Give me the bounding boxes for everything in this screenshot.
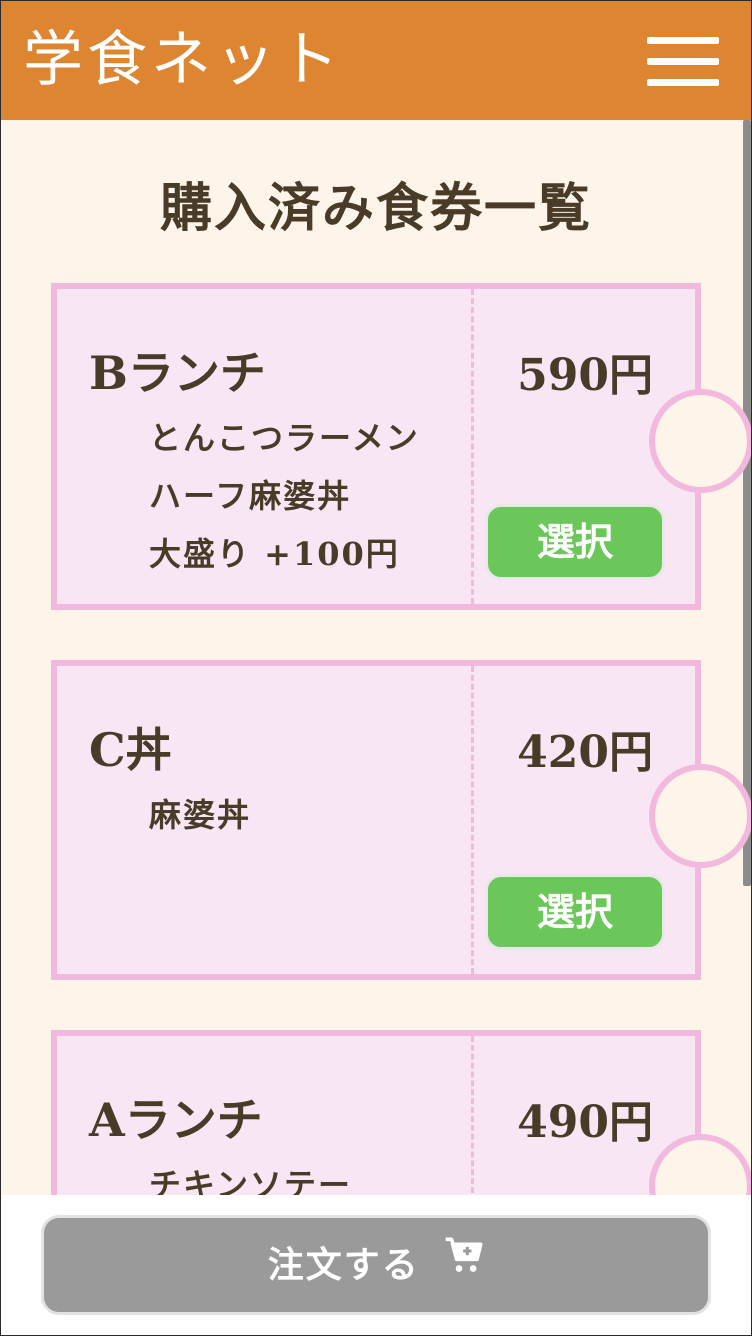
ticket-perforation bbox=[471, 666, 474, 974]
page-title: 購入済み食券一覧 bbox=[159, 178, 592, 239]
hamburger-menu-icon[interactable] bbox=[647, 37, 719, 87]
ticket-item: ハーフ麻婆丼 bbox=[149, 477, 352, 515]
ticket-price: 420円 bbox=[517, 727, 653, 778]
app-header: 学食ネット bbox=[1, 1, 751, 120]
order-button[interactable]: 注文する bbox=[41, 1215, 711, 1315]
select-button[interactable]: 選択 bbox=[485, 504, 665, 580]
ticket-items: 麻婆丼 bbox=[149, 786, 251, 844]
ticket-item: 大盛り +100円 bbox=[149, 535, 400, 573]
ticket-notch bbox=[649, 764, 751, 868]
ticket-name: Aランチ bbox=[89, 1093, 263, 1147]
ticket-name: C丼 bbox=[89, 723, 172, 777]
ticket-price: 590円 bbox=[517, 350, 653, 401]
select-button[interactable]: 選択 bbox=[485, 874, 665, 950]
ticket-notch bbox=[649, 389, 751, 493]
ticket-item: とんこつラーメン bbox=[149, 419, 420, 457]
ticket-name: Bランチ bbox=[89, 346, 266, 400]
ticket-card: C丼 420円 麻婆丼 選択 bbox=[51, 660, 751, 980]
order-button-label: 注文する bbox=[267, 1244, 420, 1286]
ticket-item: 麻婆丼 bbox=[149, 796, 252, 834]
app-title: 学食ネット bbox=[23, 25, 343, 95]
ticket-perforation bbox=[471, 289, 474, 604]
ticket-price: 490円 bbox=[517, 1097, 653, 1148]
ticket-items: とんこつラーメン ハーフ麻婆丼 大盛り +100円 bbox=[149, 409, 420, 583]
app-frame: 学食ネット 購入済み食券一覧 Bランチ 590円 とんこつラーメン ハーフ麻婆丼… bbox=[0, 0, 752, 1336]
bottom-bar: 注文する bbox=[1, 1195, 751, 1335]
shopping-cart-icon bbox=[444, 1217, 484, 1311]
ticket-card: Bランチ 590円 とんこつラーメン ハーフ麻婆丼 大盛り +100円 選択 bbox=[51, 283, 751, 610]
